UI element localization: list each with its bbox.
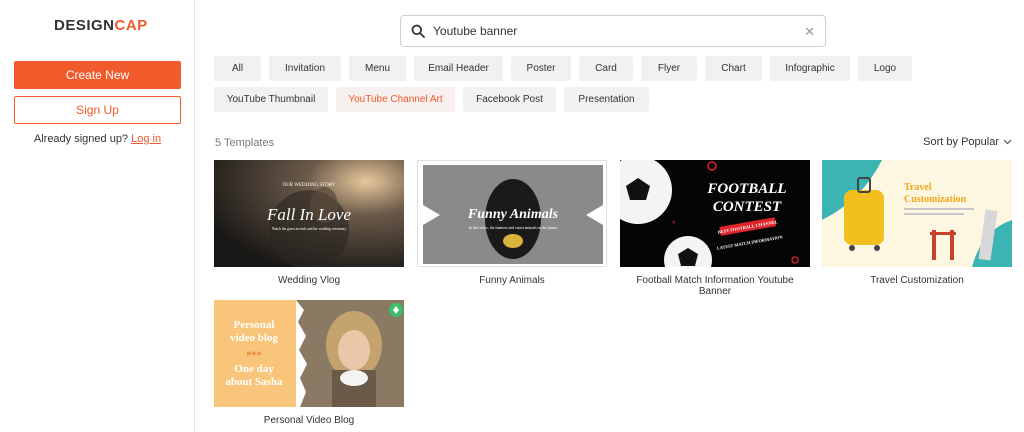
- template-thumbnail[interactable]: Travel Customization: [822, 160, 1012, 267]
- template-title[interactable]: Personal Video Blog: [214, 415, 404, 426]
- category-chip-menu[interactable]: Menu: [349, 56, 406, 81]
- wedding-subtitle-text: OUR WEDDING STORY: [283, 183, 336, 188]
- sidebar: DESIGNCAP Create New Sign Up Already sig…: [0, 0, 195, 432]
- sort-dropdown[interactable]: Sort by Popular: [923, 136, 1012, 148]
- clear-search-icon[interactable]: ✕: [804, 24, 815, 40]
- category-chip-invitation[interactable]: Invitation: [269, 56, 341, 81]
- logo-text-cap: CAP: [114, 17, 148, 34]
- personal-line-1: Personal: [234, 319, 275, 331]
- wedding-small-text: Watch the guest arrivals and the wedding…: [272, 227, 346, 231]
- travel-heading-1: Travel: [904, 182, 932, 193]
- category-chip-flyer[interactable]: Flyer: [641, 56, 697, 81]
- template-title[interactable]: Football Match Information Youtube Banne…: [620, 275, 810, 297]
- sign-up-button[interactable]: Sign Up: [14, 96, 181, 124]
- football-heading-2: CONTEST: [713, 199, 782, 215]
- category-chip-facebook-post[interactable]: Facebook Post: [463, 87, 556, 112]
- template-thumbnail[interactable]: Personal video blog »»» One day about Sa…: [214, 300, 404, 407]
- category-chip-poster[interactable]: Poster: [511, 56, 571, 81]
- chevron-down-icon: [1003, 139, 1012, 145]
- football-heading-1: FOOTBALL: [706, 181, 786, 197]
- personal-line-2: video blog: [230, 332, 278, 344]
- search-input[interactable]: [433, 24, 793, 38]
- template-title[interactable]: Funny Animals: [417, 275, 607, 286]
- personal-line-3: One day: [234, 363, 274, 375]
- category-chip-chart[interactable]: Chart: [705, 56, 762, 81]
- category-chip-all[interactable]: All: [214, 56, 261, 81]
- designcap-logo[interactable]: DESIGNCAP: [54, 17, 148, 34]
- template-card-travel-customization[interactable]: Travel Customization Travel Customizatio…: [822, 160, 1012, 290]
- already-signed-up-text: Already signed up?: [33, 133, 129, 145]
- login-prompt: Already signed up? Log in: [0, 133, 195, 145]
- template-card-personal-video-blog[interactable]: Personal video blog »»» One day about Sa…: [214, 300, 404, 430]
- template-thumbnail[interactable]: Funny Animals In this video, the funnies…: [417, 160, 607, 267]
- category-chip-youtube-channel-art[interactable]: YouTube Channel Art: [336, 87, 455, 112]
- wedding-heading-text: Fall In Love: [266, 205, 351, 224]
- template-title[interactable]: Travel Customization: [822, 275, 1012, 286]
- template-title[interactable]: Wedding Vlog: [214, 275, 404, 286]
- arrows-left-decoration: »: [672, 218, 676, 226]
- logo-text-design: DESIGN: [54, 17, 115, 34]
- search-icon[interactable]: [411, 24, 425, 38]
- category-chip-logo[interactable]: Logo: [858, 56, 912, 81]
- chevron-arrows-decoration: »»»: [247, 348, 262, 359]
- search-bar: ✕: [400, 15, 826, 47]
- template-count: 5 Templates: [215, 137, 275, 149]
- category-chip-email-header[interactable]: Email Header: [414, 56, 503, 81]
- create-new-button[interactable]: Create New: [14, 61, 181, 89]
- sort-label: Sort by Popular: [923, 136, 999, 148]
- template-card-funny-animals[interactable]: Funny Animals In this video, the funnies…: [417, 160, 607, 290]
- personal-line-4: about Sasha: [225, 376, 283, 388]
- category-chip-card[interactable]: Card: [579, 56, 633, 81]
- template-thumbnail[interactable]: » FOOTBALL CONTEST BEST FOOTBALL CHANNEL…: [620, 160, 810, 267]
- category-chip-youtube-thumbnail[interactable]: YouTube Thumbnail: [214, 87, 328, 112]
- template-thumbnail[interactable]: OUR WEDDING STORY Fall In Love Watch the…: [214, 160, 404, 267]
- travel-heading-2: Customization: [904, 194, 967, 205]
- log-in-link[interactable]: Log in: [131, 133, 161, 145]
- template-card-football-match[interactable]: » FOOTBALL CONTEST BEST FOOTBALL CHANNEL…: [620, 160, 810, 297]
- category-chip-presentation[interactable]: Presentation: [564, 87, 649, 112]
- funny-animals-heading-text: Funny Animals: [467, 207, 559, 222]
- category-chip-infographic[interactable]: Infographic: [770, 56, 850, 81]
- template-card-wedding-vlog[interactable]: OUR WEDDING STORY Fall In Love Watch the…: [214, 160, 404, 290]
